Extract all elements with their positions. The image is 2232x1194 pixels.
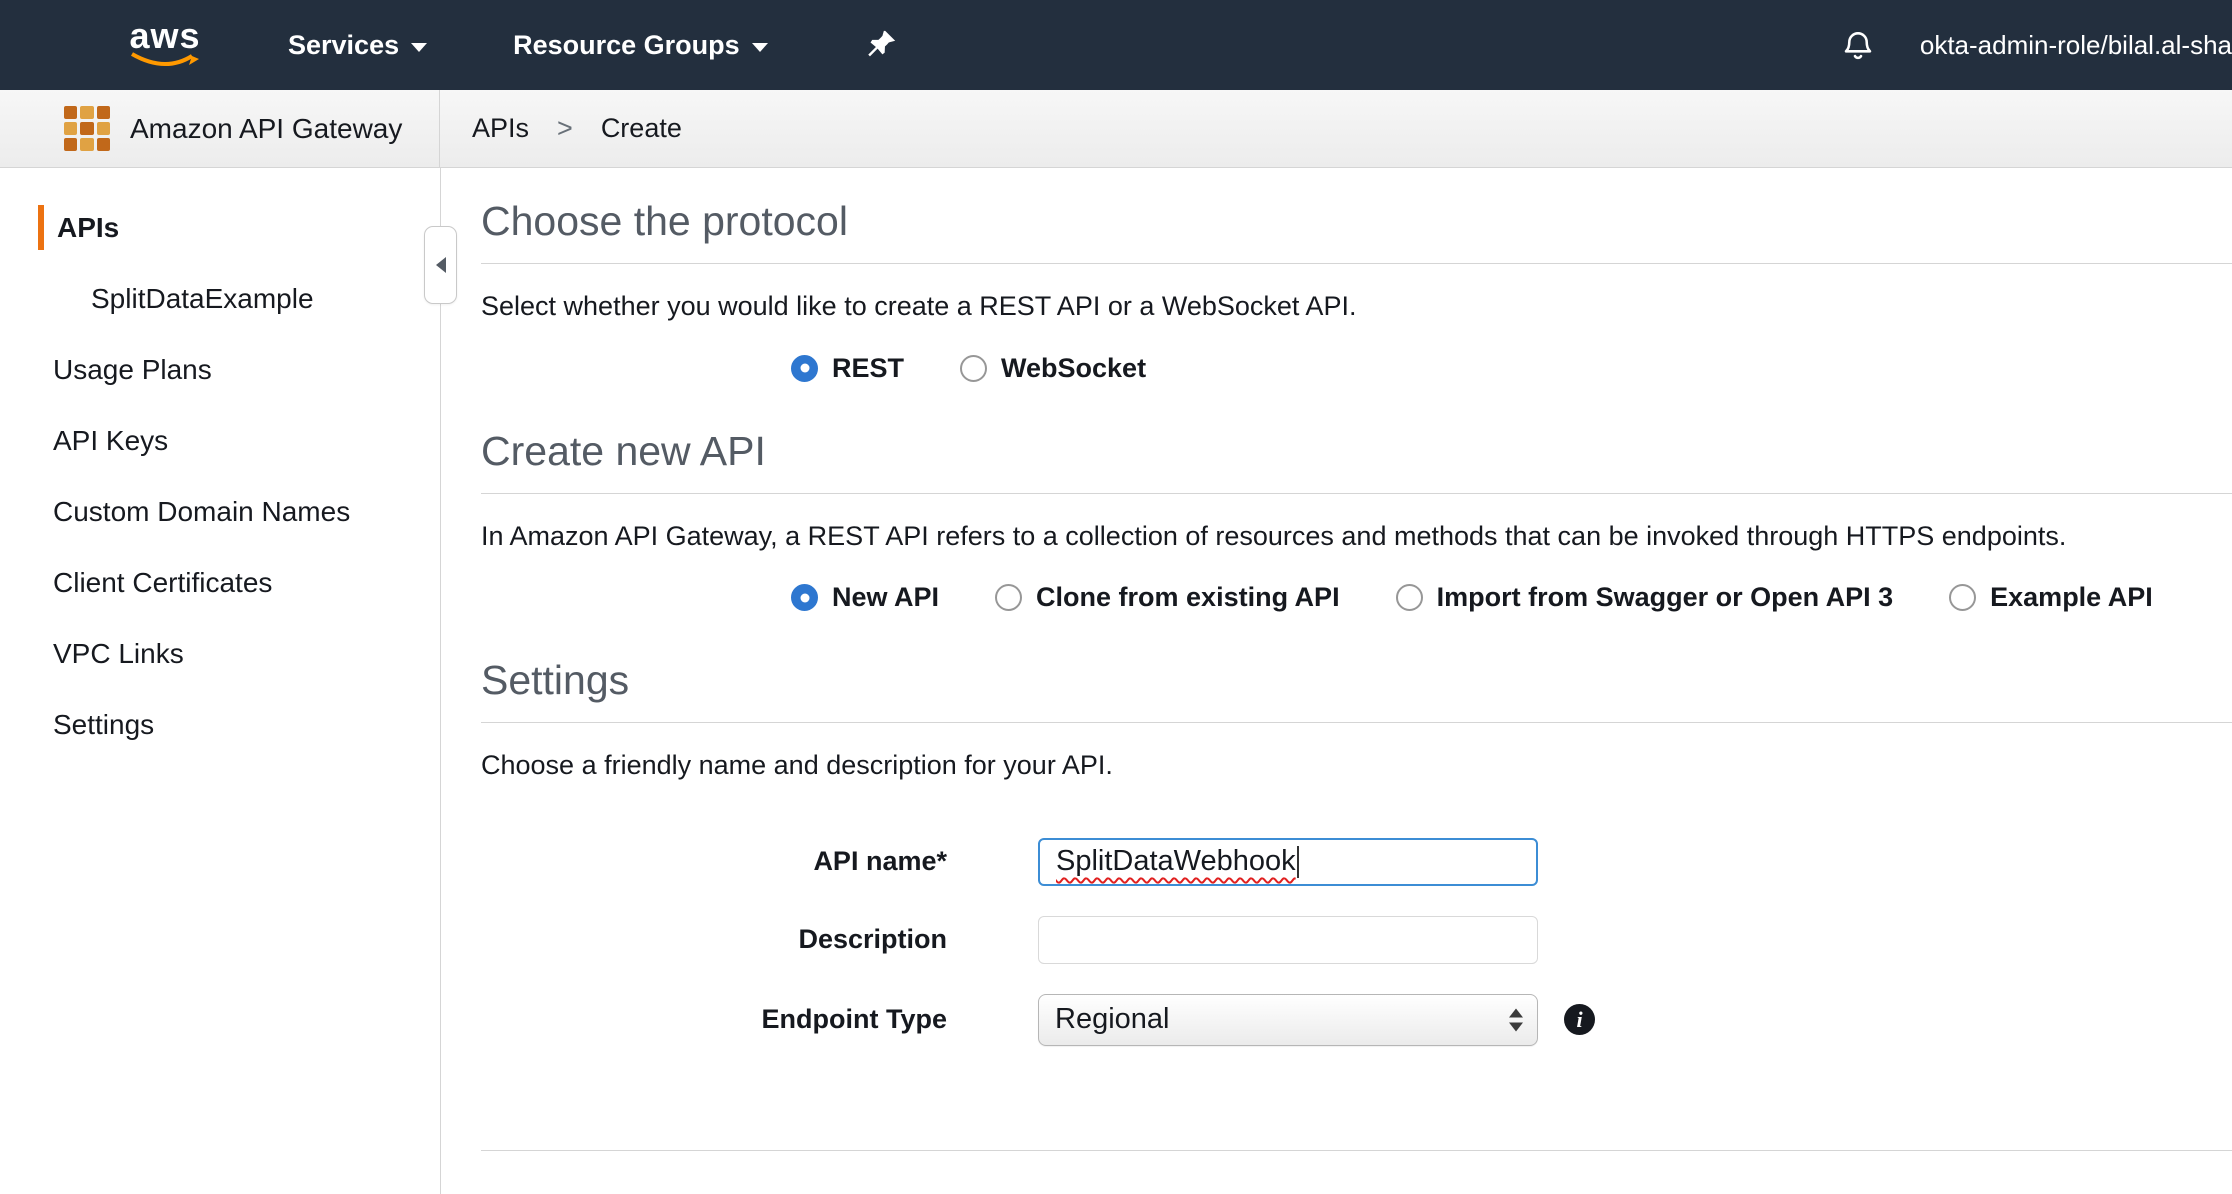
description-row: Description: [481, 916, 2232, 964]
sidebar-item-label: API Keys: [53, 425, 168, 457]
api-name-input[interactable]: SplitDataWebhook: [1038, 838, 1538, 886]
aws-logo-text: aws: [129, 21, 200, 51]
divider: [481, 493, 2232, 494]
radio-selected-icon: [791, 584, 818, 611]
chevron-down-icon: [411, 43, 427, 52]
radio-websocket[interactable]: WebSocket: [960, 353, 1146, 384]
description-label: Description: [481, 924, 947, 955]
radio-label: Example API: [1990, 582, 2153, 613]
api-name-row: API name* SplitDataWebhook: [481, 838, 2232, 886]
nav-resource-groups-menu[interactable]: Resource Groups: [513, 30, 768, 61]
notifications-button[interactable]: [1840, 27, 1876, 63]
protocol-section-description: Select whether you would like to create …: [481, 290, 2232, 322]
api-gateway-icon: [64, 106, 110, 152]
topnav-right-group: okta-admin-role/bilal.al-sha: [1840, 27, 2232, 63]
sidebar-item-label: Client Certificates: [53, 567, 272, 599]
aws-logo[interactable]: aws: [128, 21, 202, 69]
endpoint-type-value: Regional: [1055, 1003, 1169, 1036]
create-section-description: In Amazon API Gateway, a REST API refers…: [481, 520, 2232, 552]
api-name-value: SplitDataWebhook: [1056, 845, 1296, 878]
top-navigation-bar: aws Services Resource Groups okta-admin-…: [0, 0, 2232, 90]
radio-new-api[interactable]: New API: [791, 582, 939, 613]
radio-selected-icon: [791, 355, 818, 382]
settings-section-description: Choose a friendly name and description f…: [481, 749, 2232, 781]
sidebar-item-api-keys[interactable]: API Keys: [0, 405, 440, 476]
create-section-title: Create new API: [481, 428, 2232, 475]
chevron-left-icon: [436, 257, 446, 273]
breadcrumb: APIs > Create: [440, 90, 682, 167]
breadcrumb-bar: Amazon API Gateway APIs > Create: [0, 90, 2232, 168]
sidebar-item-label: Custom Domain Names: [53, 496, 350, 528]
radio-label: WebSocket: [1001, 353, 1146, 384]
sidebar-item-label: Settings: [53, 709, 154, 741]
create-api-radio-group: New API Clone from existing API Import f…: [791, 582, 2232, 613]
divider: [481, 263, 2232, 264]
bell-icon: [1840, 27, 1876, 63]
sidebar-item-settings[interactable]: Settings: [0, 689, 440, 760]
description-input[interactable]: [1038, 916, 1538, 964]
endpoint-type-row: Endpoint Type Regional i: [481, 994, 2232, 1046]
breadcrumb-separator: >: [557, 113, 573, 144]
info-icon[interactable]: i: [1564, 1004, 1595, 1035]
api-name-label: API name*: [481, 846, 947, 877]
sidebar-item-label: APIs: [57, 212, 119, 244]
text-cursor: [1297, 846, 1299, 878]
account-menu[interactable]: okta-admin-role/bilal.al-sha: [1920, 30, 2232, 61]
radio-label: REST: [832, 353, 904, 384]
pin-shortcut-button[interactable]: [864, 28, 898, 62]
chevron-down-icon: [752, 43, 768, 52]
active-indicator: [38, 205, 44, 250]
radio-label: New API: [832, 582, 939, 613]
radio-label: Import from Swagger or Open API 3: [1437, 582, 1894, 613]
radio-example-api[interactable]: Example API: [1949, 582, 2153, 613]
breadcrumb-apis-link[interactable]: APIs: [472, 113, 529, 144]
sidebar-item-splitdataexample[interactable]: SplitDataExample: [0, 263, 440, 334]
nav-services-menu[interactable]: Services: [288, 30, 427, 61]
radio-unselected-icon: [995, 584, 1022, 611]
sidebar-item-apis[interactable]: APIs: [0, 192, 440, 263]
divider: [481, 722, 2232, 723]
sidebar-item-usage-plans[interactable]: Usage Plans: [0, 334, 440, 405]
settings-form: API name* SplitDataWebhook Description: [481, 838, 2232, 1046]
protocol-section-title: Choose the protocol: [481, 198, 2232, 245]
radio-label: Clone from existing API: [1036, 582, 1340, 613]
protocol-radio-group: REST WebSocket: [791, 353, 2232, 384]
breadcrumb-current-page: Create: [601, 113, 682, 144]
radio-unselected-icon: [1396, 584, 1423, 611]
pin-icon: [864, 28, 898, 62]
sidebar-item-label: VPC Links: [53, 638, 184, 670]
sidebar-item-label: SplitDataExample: [91, 283, 314, 315]
aws-smile-icon: [128, 51, 202, 69]
select-arrows-icon: [1509, 1008, 1523, 1031]
sidebar: APIs SplitDataExample Usage Plans API Ke…: [0, 168, 441, 1194]
sidebar-item-vpc-links[interactable]: VPC Links: [0, 618, 440, 689]
nav-services-label: Services: [288, 30, 399, 61]
settings-section-title: Settings: [481, 657, 2232, 704]
divider: [481, 1150, 2232, 1151]
sidebar-item-custom-domain-names[interactable]: Custom Domain Names: [0, 476, 440, 547]
radio-clone-existing-api[interactable]: Clone from existing API: [995, 582, 1340, 613]
sidebar-item-client-certificates[interactable]: Client Certificates: [0, 547, 440, 618]
sidebar-collapse-button[interactable]: [424, 226, 457, 304]
nav-resource-groups-label: Resource Groups: [513, 30, 740, 61]
endpoint-type-label: Endpoint Type: [481, 1004, 947, 1035]
radio-unselected-icon: [1949, 584, 1976, 611]
radio-unselected-icon: [960, 355, 987, 382]
main-panel: Choose the protocol Select whether you w…: [441, 168, 2232, 1194]
endpoint-type-select[interactable]: Regional: [1038, 994, 1538, 1046]
radio-import-swagger[interactable]: Import from Swagger or Open API 3: [1396, 582, 1894, 613]
sidebar-item-label: Usage Plans: [53, 354, 212, 386]
service-home-link[interactable]: Amazon API Gateway: [0, 90, 440, 167]
content-area: APIs SplitDataExample Usage Plans API Ke…: [0, 168, 2232, 1194]
service-name: Amazon API Gateway: [130, 113, 402, 145]
radio-rest[interactable]: REST: [791, 353, 904, 384]
